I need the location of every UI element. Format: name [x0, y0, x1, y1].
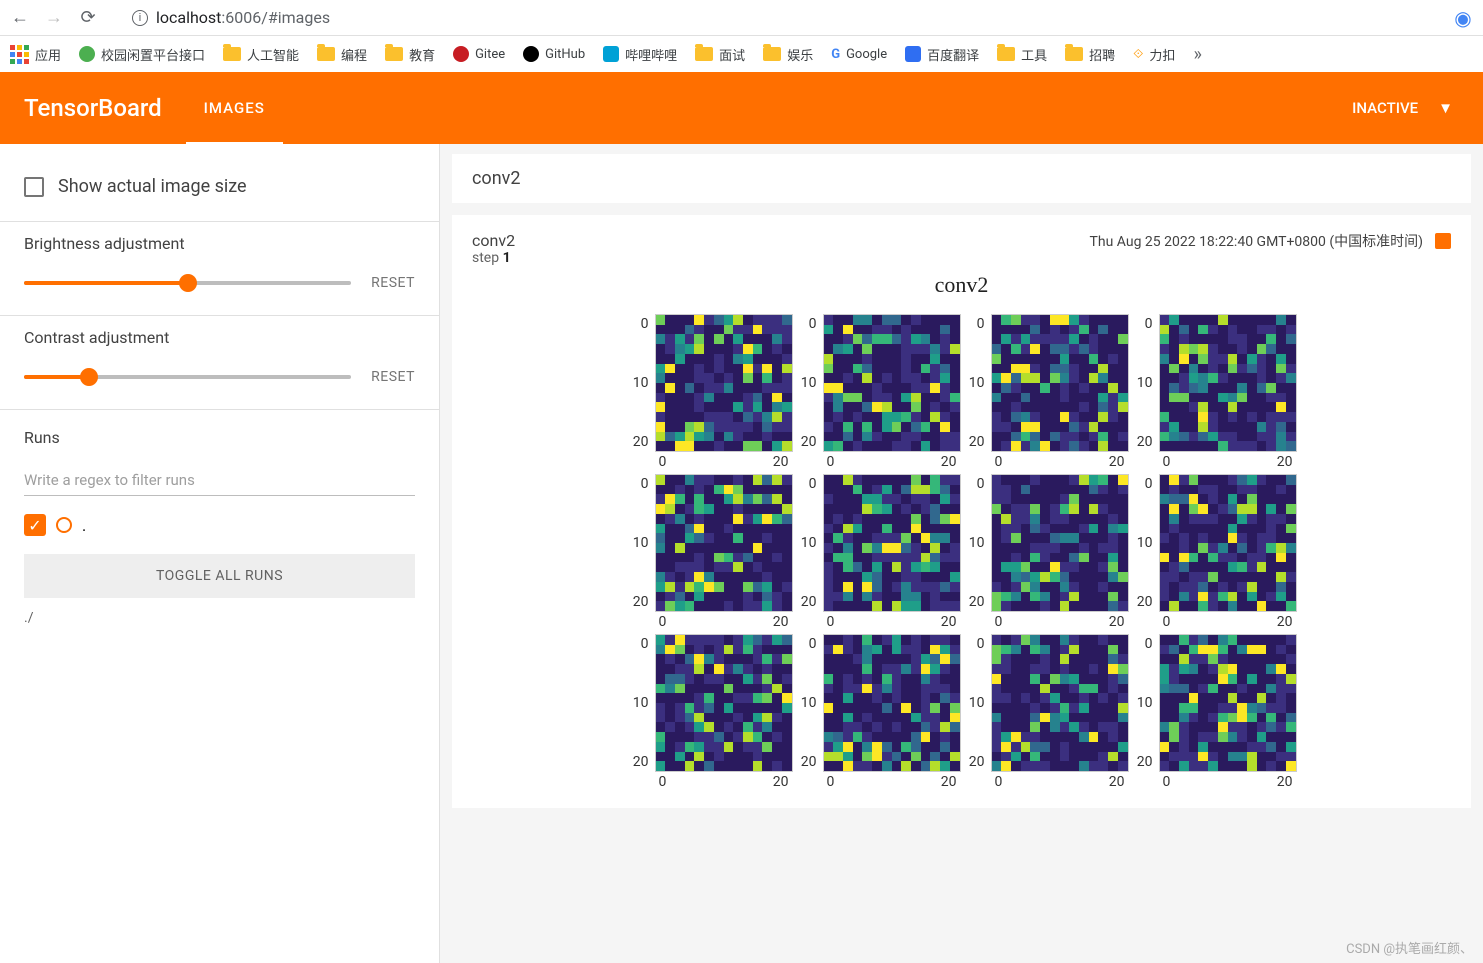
gitee-icon [453, 46, 469, 62]
heatmap-subplot: 01020020 [627, 474, 793, 632]
heatmap-subplot: 01020020 [1131, 314, 1297, 472]
tag-accordion[interactable]: conv2 [452, 154, 1471, 203]
run-color-swatch [56, 517, 72, 533]
back-icon[interactable]: ← [10, 7, 30, 28]
bookmark-item[interactable]: 工具 [997, 45, 1047, 64]
google-icon: G [831, 47, 840, 62]
site-icon [79, 46, 95, 62]
bookmark-item[interactable]: Gitee [453, 46, 505, 62]
folder-icon [763, 47, 781, 61]
heatmap-subplot: 01020020 [627, 634, 793, 792]
show-actual-size-checkbox[interactable] [24, 177, 44, 197]
bookmark-item[interactable]: ⟐力扣 [1133, 45, 1175, 64]
run-checkbox[interactable]: ✓ [24, 514, 46, 536]
brightness-reset-button[interactable]: RESET [371, 275, 415, 291]
tensorboard-logo: TensorBoard [0, 94, 186, 122]
brightness-label: Brightness adjustment [24, 234, 415, 253]
heatmap-subplot: 01020020 [1131, 474, 1297, 632]
heatmap-subplot: 01020020 [963, 474, 1129, 632]
reload-icon[interactable]: ⟳ [78, 7, 98, 28]
bookmark-item[interactable]: GGoogle [831, 47, 887, 62]
heatmap-subplot: 01020020 [963, 634, 1129, 792]
csdn-watermark: CSDN @执笔画红颜、 [1346, 938, 1473, 957]
bookmark-item[interactable]: 教育 [385, 45, 435, 64]
folder-icon [223, 47, 241, 61]
forward-icon[interactable]: → [44, 7, 64, 28]
bookmark-item[interactable]: 娱乐 [763, 45, 813, 64]
brightness-slider[interactable] [24, 281, 351, 285]
bilibili-icon [603, 46, 619, 62]
contrast-label: Contrast adjustment [24, 328, 415, 347]
address-bar[interactable]: i localhost:6006/#images [112, 8, 1439, 27]
folder-icon [385, 47, 403, 61]
bookmark-bar: 应用 校园闲置平台接口 人工智能 编程 教育 Gitee GitHub 哔哩哔哩… [0, 36, 1483, 72]
search-engine-icon[interactable]: ◉ [1453, 6, 1473, 30]
url-text: localhost:6006/#images [156, 8, 330, 27]
apps-button[interactable]: 应用 [10, 45, 61, 64]
run-path: ./ [24, 610, 415, 626]
tensorboard-header: TensorBoard IMAGES INACTIVE ▼ [0, 72, 1483, 144]
apps-grid-icon [10, 45, 29, 64]
main-content: conv2 conv2 step 1 Thu Aug 25 2022 18:22… [440, 144, 1483, 963]
feature-map-grid: 0102002001020020010200200102002001020020… [472, 314, 1451, 792]
heatmap-subplot: 01020020 [1131, 634, 1297, 792]
bookmark-item[interactable]: 人工智能 [223, 45, 299, 64]
chevron-down-icon: ▼ [1438, 99, 1453, 117]
folder-icon [997, 47, 1015, 61]
bookmark-overflow[interactable]: » [1193, 44, 1201, 65]
bookmark-item[interactable]: 编程 [317, 45, 367, 64]
leetcode-icon: ⟐ [1133, 47, 1143, 62]
contrast-reset-button[interactable]: RESET [371, 369, 415, 385]
bookmark-item[interactable]: GitHub [523, 46, 585, 62]
heatmap-subplot: 01020020 [963, 314, 1129, 472]
show-actual-size-label: Show actual image size [58, 176, 247, 197]
card-timestamp: Thu Aug 25 2022 18:22:40 GMT+0800 (中国标准时… [1090, 231, 1423, 251]
sidebar: Show actual image size Brightness adjust… [0, 144, 440, 963]
bookmark-item[interactable]: 校园闲置平台接口 [79, 45, 205, 64]
browser-nav-bar: ← → ⟳ i localhost:6006/#images ◉ [0, 0, 1483, 36]
folder-icon [317, 47, 335, 61]
bookmark-item[interactable]: 面试 [695, 45, 745, 64]
card-tag-name: conv2 [472, 231, 515, 250]
baidu-icon [905, 46, 921, 62]
site-info-icon[interactable]: i [132, 10, 148, 26]
heatmap-subplot: 01020020 [795, 474, 961, 632]
contrast-slider[interactable] [24, 375, 351, 379]
folder-icon [1065, 47, 1083, 61]
image-card: conv2 step 1 Thu Aug 25 2022 18:22:40 GM… [452, 215, 1471, 808]
run-item[interactable]: ✓ . [24, 514, 415, 536]
heatmap-subplot: 01020020 [795, 634, 961, 792]
tab-images[interactable]: IMAGES [186, 73, 283, 145]
bookmark-item[interactable]: 招聘 [1065, 45, 1115, 64]
inactive-dropdown[interactable]: INACTIVE ▼ [1322, 99, 1483, 117]
toggle-all-runs-button[interactable]: TOGGLE ALL RUNS [24, 554, 415, 598]
heatmap-subplot: 01020020 [795, 314, 961, 472]
runs-filter-input[interactable] [24, 465, 415, 496]
run-name: . [82, 516, 86, 535]
github-icon [523, 46, 539, 62]
card-step: step 1 [472, 250, 515, 266]
runs-title: Runs [24, 428, 415, 447]
bookmark-item[interactable]: 哔哩哔哩 [603, 45, 677, 64]
plot-title: conv2 [472, 272, 1451, 298]
run-color-swatch [1435, 233, 1451, 249]
bookmark-item[interactable]: 百度翻译 [905, 45, 979, 64]
apps-label: 应用 [35, 45, 61, 64]
folder-icon [695, 47, 713, 61]
heatmap-subplot: 01020020 [627, 314, 793, 472]
